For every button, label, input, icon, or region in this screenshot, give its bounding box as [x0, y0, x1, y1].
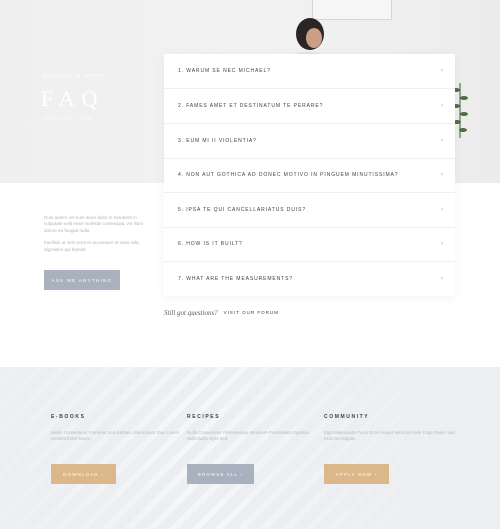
ebooks-column: E-BOOKS Minim Consectetur Formens Sed Na… [51, 414, 186, 442]
browse-all-button[interactable]: BROWSE ALL › [187, 464, 254, 484]
faq-question: 2. FAMES AMET ET DESTINATUM TE PERARE? [178, 103, 324, 109]
column-title: RECIPES [187, 414, 221, 420]
faq-item[interactable]: 3. EUM MI II VIOLENTIA? › [164, 124, 455, 159]
chevron-right-icon: › [441, 68, 443, 74]
faq-question: 5. IPSA TE QUI CANCELLARIATUS DUIS? [178, 207, 307, 213]
ask-me-anything-button[interactable]: ASK ME ANYTHING [44, 270, 120, 290]
faq-question: 1. WARUM SE NEC MICHAEL? [178, 68, 271, 74]
chevron-right-icon: › [441, 103, 443, 109]
faq-item[interactable]: 2. FAMES AMET ET DESTINATUM TE PERARE? › [164, 89, 455, 124]
page-title: FAQ [41, 86, 105, 111]
chevron-right-icon: › [441, 275, 443, 282]
breadcrumb[interactable]: ABOUT US · FAQ [43, 116, 93, 121]
apply-now-button[interactable]: APPLY NOW › [324, 464, 389, 484]
community-column: COMMUNITY Eget Malesuada Purus Eros Aliq… [324, 414, 459, 442]
resources-section: E-BOOKS Minim Consectetur Formens Sed Na… [0, 367, 500, 529]
faq-question: 4. NON AUT GOTHICA AD DONEC MOTIVO IN PI… [178, 172, 399, 178]
download-button[interactable]: DOWNLOAD › [51, 464, 116, 484]
column-text: Nulla Consectetur Pellentesque Minimum P… [187, 430, 310, 442]
light-stripes-decoration [0, 367, 500, 529]
intro-paragraph: Facilisis at vero eros et accumsan et iu… [44, 240, 140, 252]
chevron-right-icon: › [441, 172, 443, 178]
intro-text: Duis autem vel eum iriure dolor in hendr… [44, 215, 149, 253]
faq-item[interactable]: 7. WHAT ARE THE MEASUREMENTS? › [164, 261, 455, 296]
still-questions: Still got questions? VISIT OUR FORUM [164, 308, 282, 317]
hero-kicker: question & answer [43, 73, 110, 79]
visit-forum-link[interactable]: VISIT OUR FORUM [220, 308, 282, 317]
chevron-right-icon: › [441, 241, 443, 247]
column-title: COMMUNITY [324, 414, 370, 420]
column-text: Minim Consectetur Formens Sed Nathan Ull… [51, 430, 180, 442]
still-questions-text: Still got questions? [164, 308, 218, 317]
recipes-column: RECIPES Nulla Consectetur Pellentesque M… [187, 414, 322, 442]
faq-item[interactable]: 5. IPSA TE QUI CANCELLARIATUS DUIS? › [164, 193, 455, 228]
column-text: Eget Malesuada Purus Eros Aliquet Vehicu… [324, 430, 456, 442]
column-title: E-BOOKS [51, 414, 86, 420]
faq-question: 7. WHAT ARE THE MEASUREMENTS? [178, 275, 294, 282]
chevron-right-icon: › [441, 207, 443, 213]
chevron-right-icon: › [441, 138, 443, 144]
faq-item[interactable]: 1. WARUM SE NEC MICHAEL? › [164, 54, 455, 89]
faq-accordion: 1. WARUM SE NEC MICHAEL? › 2. FAMES AMET… [164, 54, 455, 296]
faq-question: 6. HOW IS IT BUILT? [178, 241, 243, 247]
faq-item[interactable]: 4. NON AUT GOTHICA AD DONEC MOTIVO IN PI… [164, 158, 455, 193]
intro-paragraph: Duis autem vel eum iriure dolor in hendr… [44, 215, 144, 233]
faq-item[interactable]: 6. HOW IS IT BUILT? › [164, 227, 455, 262]
faq-question: 3. EUM MI II VIOLENTIA? [178, 138, 257, 144]
